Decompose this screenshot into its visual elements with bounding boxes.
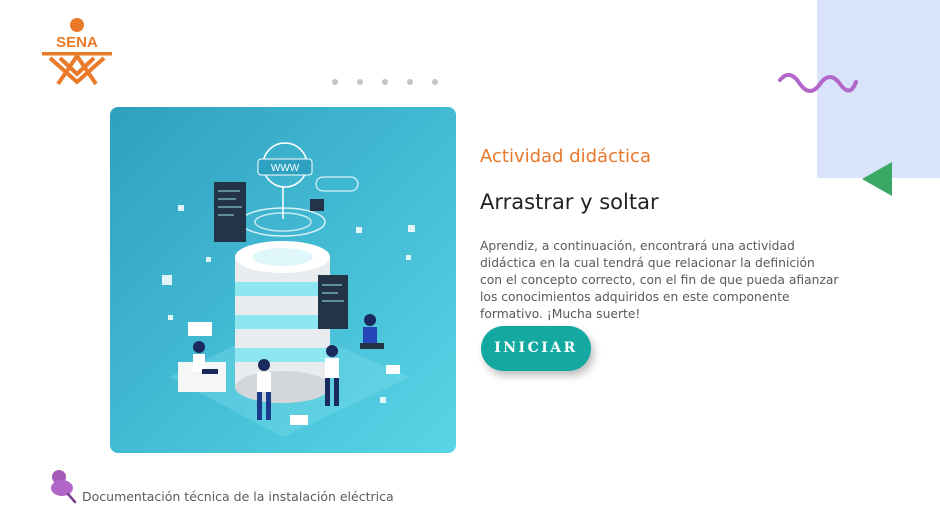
svg-text:SENA: SENA [56, 34, 98, 51]
pin-icon [51, 470, 77, 504]
activity-title: Arrastrar y soltar [480, 190, 659, 214]
triangle-icon [862, 162, 892, 196]
slider-dot[interactable] [332, 79, 338, 85]
svg-text:WWW: WWW [271, 163, 300, 174]
activity-kicker: Actividad didáctica [480, 146, 651, 167]
slider-dot[interactable] [432, 79, 438, 85]
slider-dots [332, 79, 438, 85]
sena-logo: SENA [42, 18, 112, 86]
activity-description: Aprendiz, a continuación, encontrará una… [480, 239, 839, 321]
slider-dot[interactable] [407, 79, 413, 85]
footer-course-title: Documentación técnica de la instalación … [82, 489, 394, 504]
start-button[interactable]: INICIAR [481, 326, 591, 371]
database-server-illustration: WWW [110, 107, 456, 453]
slider-dot[interactable] [357, 79, 363, 85]
slider-dot[interactable] [382, 79, 388, 85]
squiggle-icon [778, 72, 858, 93]
